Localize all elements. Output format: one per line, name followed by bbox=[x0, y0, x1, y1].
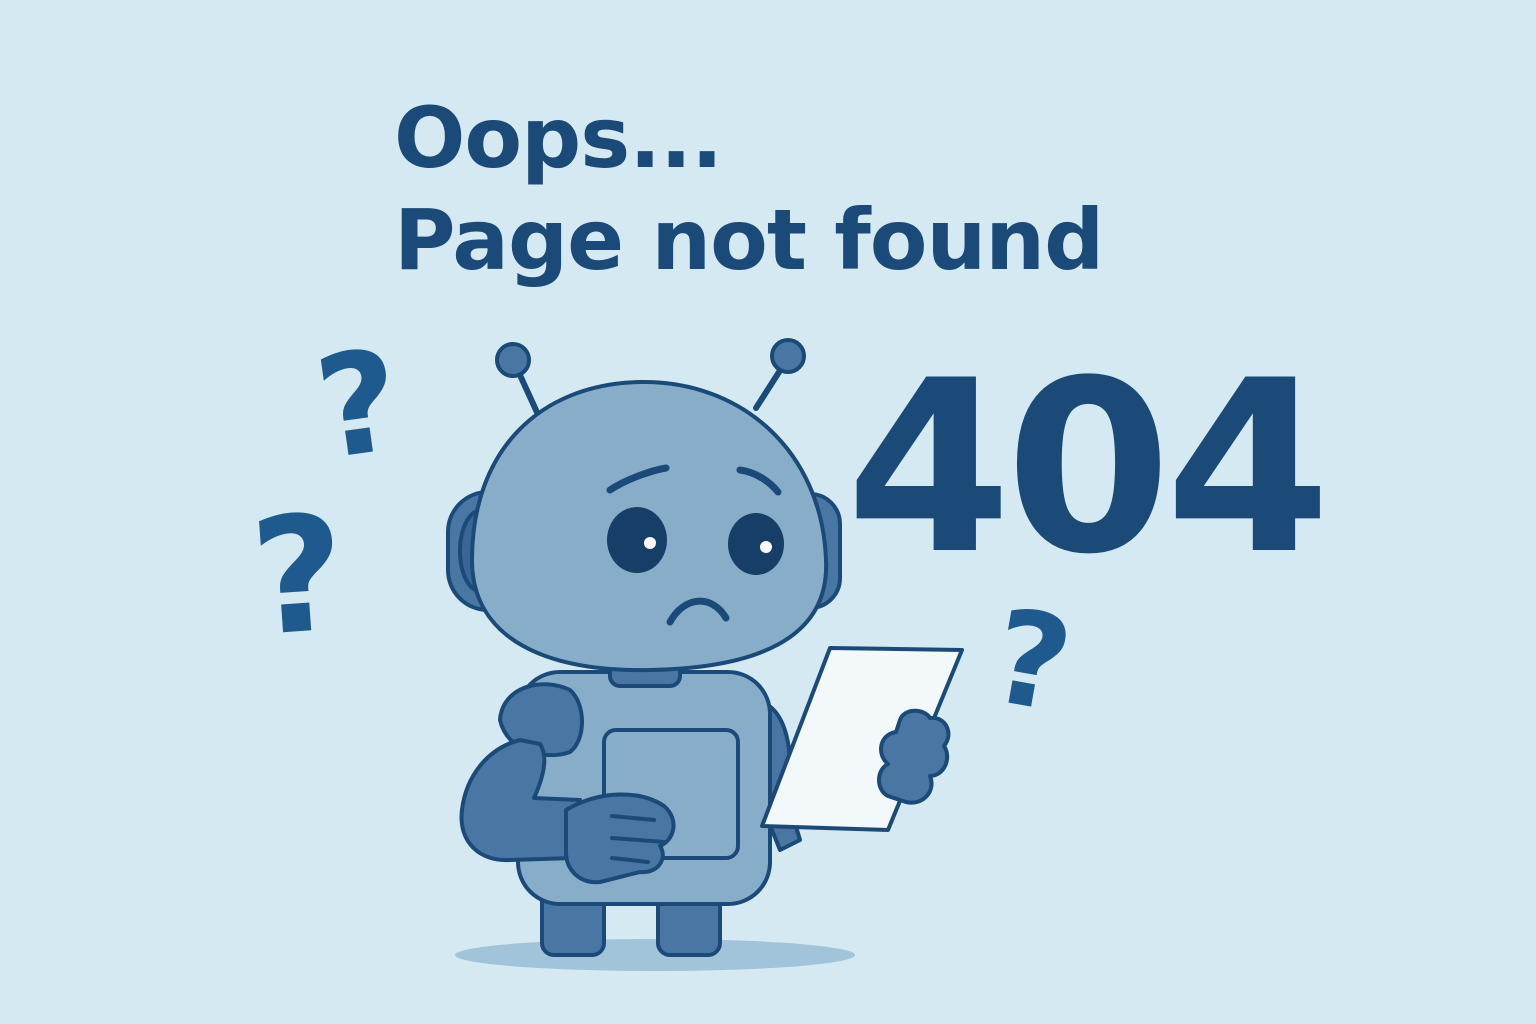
right-eye bbox=[728, 513, 784, 575]
right-eye-highlight bbox=[760, 541, 772, 553]
headline-oops: Oops... bbox=[394, 89, 723, 187]
question-mark-left: ? bbox=[245, 478, 352, 673]
left-antenna-tip bbox=[495, 342, 531, 378]
error-code: 404 bbox=[846, 330, 1331, 607]
left-eye-highlight bbox=[644, 537, 656, 549]
shadow bbox=[455, 939, 855, 971]
left-eye bbox=[607, 507, 667, 573]
not-found-page: ? ? ? Oops... Page not found 404 bbox=[0, 0, 1536, 1024]
right-antenna-tip bbox=[770, 338, 806, 374]
headline-page-not-found: Page not found bbox=[394, 191, 1104, 289]
